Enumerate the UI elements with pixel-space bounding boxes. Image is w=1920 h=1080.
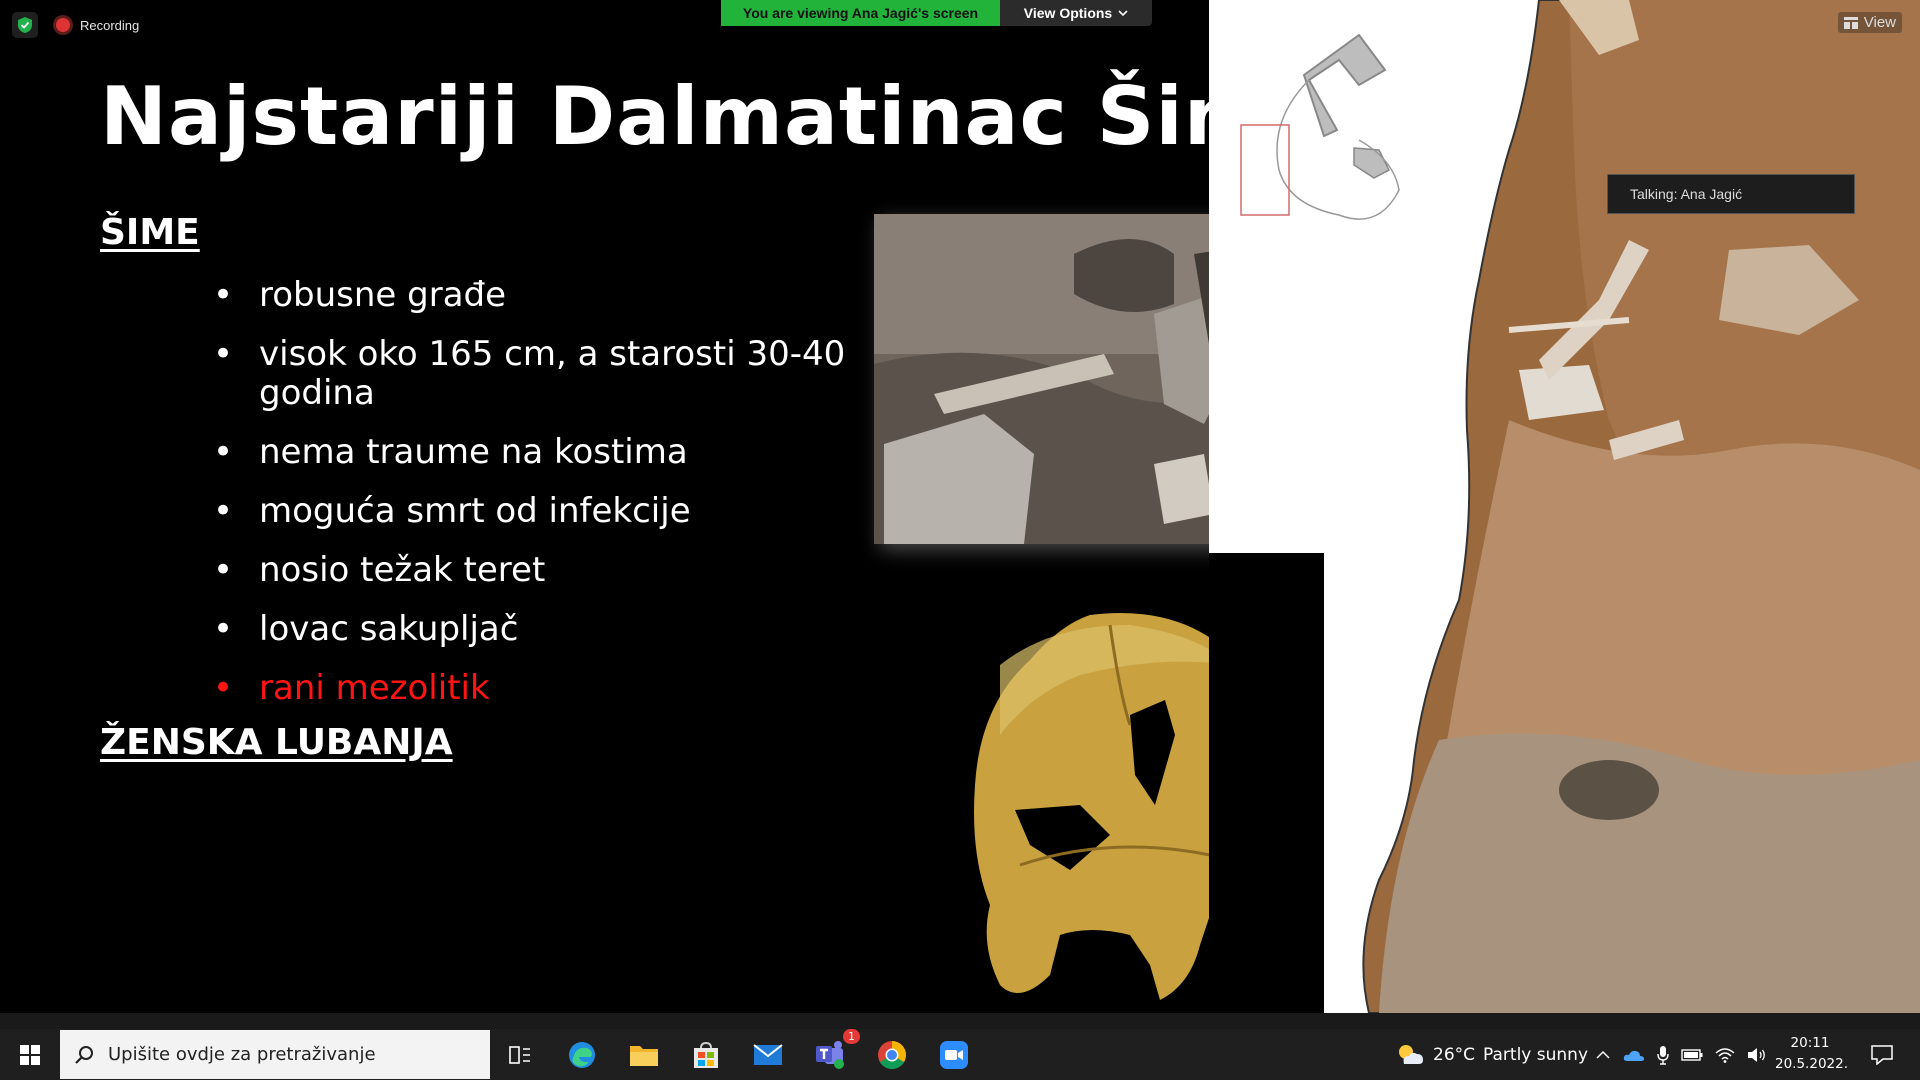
notification-icon xyxy=(1871,1044,1893,1065)
bullet-item: nema traume na kostima xyxy=(213,433,853,473)
edge-icon xyxy=(569,1041,595,1068)
weather-widget[interactable]: 26°C Partly sunny xyxy=(1395,1029,1588,1080)
onedrive-icon[interactable] xyxy=(1623,1048,1645,1062)
system-tray xyxy=(1595,1029,1767,1080)
teams-icon xyxy=(816,1040,844,1069)
start-button[interactable] xyxy=(0,1029,60,1080)
clock-date: 20.5.2022. xyxy=(1775,1056,1848,1072)
microphone-icon[interactable] xyxy=(1657,1045,1669,1065)
section-heading-zenska-lubanja: ŽENSKA LUBANJA xyxy=(100,722,453,763)
teams-badge: 1 xyxy=(843,1029,860,1044)
talking-indicator: Talking: Ana Jagić xyxy=(1607,174,1855,214)
view-label: View xyxy=(1863,14,1896,31)
taskbar-search[interactable]: Upišite ovdje za pretraživanje xyxy=(60,1030,490,1079)
bullet-item-highlight: rani mezolitik xyxy=(213,669,853,709)
taskbar-clock[interactable]: 20:11 20.5.2022. xyxy=(1775,1033,1848,1075)
notification-center-button[interactable] xyxy=(1862,1029,1902,1080)
weather-temp: 26°C xyxy=(1433,1044,1476,1065)
store-icon xyxy=(694,1041,718,1068)
file-explorer-button[interactable] xyxy=(616,1029,672,1080)
chrome-icon xyxy=(878,1040,906,1069)
view-button[interactable]: View xyxy=(1837,12,1902,33)
view-options-label: View Options xyxy=(1023,5,1113,21)
mail-icon xyxy=(753,1043,783,1065)
task-view-icon xyxy=(509,1045,530,1064)
task-view-button[interactable] xyxy=(492,1029,548,1080)
view-options-button[interactable]: View Options xyxy=(1000,0,1152,26)
bullet-item: moguća smrt od infekcije xyxy=(213,492,853,532)
mail-button[interactable] xyxy=(740,1029,796,1080)
bullet-item: visok oko 165 cm, a starosti 30-40 godin… xyxy=(213,335,853,413)
folder-icon xyxy=(630,1045,658,1066)
slide-dark-area xyxy=(1209,553,1324,1013)
microsoft-store-button[interactable] xyxy=(678,1029,734,1080)
battery-icon[interactable] xyxy=(1681,1048,1703,1061)
wifi-icon[interactable] xyxy=(1715,1047,1735,1063)
section-heading-sime: ŠIME xyxy=(100,212,200,253)
recording-label: Recording xyxy=(80,17,140,33)
search-placeholder: Upišite ovdje za pretraživanje xyxy=(108,1044,376,1065)
bullet-item: robusne građe xyxy=(213,276,853,316)
windows-logo-icon xyxy=(20,1044,40,1065)
viewing-banner: You are viewing Ana Jagić's screen xyxy=(721,0,1000,26)
zoom-icon xyxy=(940,1040,968,1069)
search-icon xyxy=(60,1045,108,1065)
volume-icon[interactable] xyxy=(1747,1047,1767,1063)
zoom-toolbar-strip[interactable] xyxy=(0,1013,1920,1029)
chevron-down-icon xyxy=(1118,10,1128,17)
windows-taskbar: Upišite ovdje za pretraživanje 1 26°C Pa… xyxy=(0,1029,1920,1080)
edge-button[interactable] xyxy=(554,1029,610,1080)
chrome-button[interactable] xyxy=(864,1029,920,1080)
recording-indicator[interactable]: Recording xyxy=(56,15,139,35)
bullet-item: nosio težak teret xyxy=(213,551,853,591)
partly-sunny-icon xyxy=(1399,1044,1423,1064)
slide-title: Najstariji Dalmatinac Šime xyxy=(100,70,1324,163)
clock-time: 20:11 xyxy=(1790,1035,1830,1051)
security-shield-icon[interactable] xyxy=(12,12,38,38)
recording-dot-icon xyxy=(56,18,70,32)
screen-share-banner: You are viewing Ana Jagić's screen View … xyxy=(721,0,1152,26)
weather-description: Partly sunny xyxy=(1483,1044,1589,1065)
grid-view-icon xyxy=(1843,16,1858,29)
teams-button[interactable]: 1 xyxy=(802,1029,860,1080)
chevron-up-icon[interactable] xyxy=(1595,1050,1611,1060)
bullet-item: lovac sakupljač xyxy=(213,610,853,650)
bullet-list: robusne građe visok oko 165 cm, a staros… xyxy=(213,276,853,728)
zoom-app-button[interactable] xyxy=(926,1029,982,1080)
